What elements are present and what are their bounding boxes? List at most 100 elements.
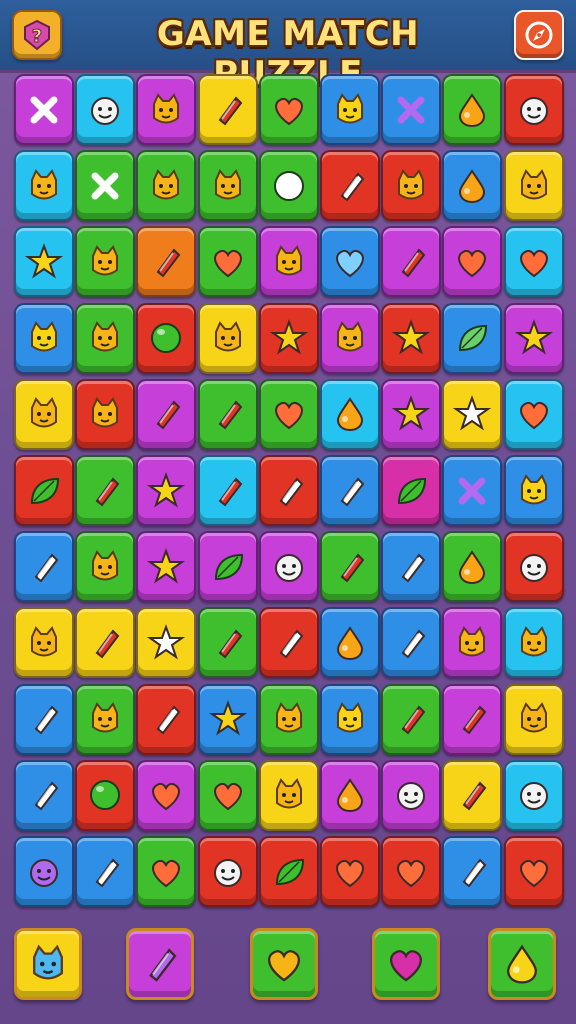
tile-gem[interactable] bbox=[197, 455, 258, 526]
tile-drop[interactable] bbox=[442, 74, 503, 145]
tile-face[interactable] bbox=[14, 836, 74, 907]
tile-gem[interactable] bbox=[381, 531, 442, 603]
tile-cat[interactable] bbox=[258, 683, 319, 755]
tile-star[interactable] bbox=[503, 302, 564, 374]
tile-cat[interactable] bbox=[503, 150, 564, 222]
tile-leaf[interactable] bbox=[442, 302, 503, 374]
tile-gem[interactable] bbox=[14, 759, 74, 831]
tile-cat[interactable] bbox=[197, 150, 258, 222]
tile-cat[interactable] bbox=[503, 683, 564, 755]
tile-drop[interactable] bbox=[442, 150, 503, 222]
tile-heart[interactable] bbox=[197, 226, 258, 298]
tile-cat[interactable] bbox=[75, 683, 136, 755]
tile-face[interactable] bbox=[381, 759, 442, 831]
tile-star[interactable] bbox=[136, 531, 197, 603]
tray-slot-1[interactable] bbox=[14, 928, 82, 1000]
tile-face[interactable] bbox=[503, 531, 564, 603]
tile-cat[interactable] bbox=[75, 378, 136, 450]
tile-star[interactable] bbox=[442, 378, 503, 450]
tile-gem[interactable] bbox=[75, 836, 136, 907]
tile-star[interactable] bbox=[197, 683, 258, 755]
tile-cat[interactable] bbox=[75, 226, 136, 298]
tile-cat[interactable] bbox=[503, 455, 564, 526]
tile-cat[interactable] bbox=[258, 759, 319, 831]
tile-cat[interactable] bbox=[14, 607, 74, 679]
tile-x[interactable] bbox=[381, 74, 442, 145]
tile-x[interactable] bbox=[75, 150, 136, 222]
tile-cat[interactable] bbox=[381, 150, 442, 222]
tile-gem[interactable] bbox=[258, 607, 319, 679]
tile-cat[interactable] bbox=[197, 302, 258, 374]
tile-drop[interactable] bbox=[320, 759, 380, 831]
tile-cat[interactable] bbox=[75, 531, 136, 603]
tile-drop[interactable] bbox=[320, 378, 380, 450]
tile-leaf[interactable] bbox=[381, 455, 442, 526]
tile-gem[interactable] bbox=[442, 683, 503, 755]
tile-heart[interactable] bbox=[136, 759, 197, 831]
tile-star[interactable] bbox=[14, 226, 74, 298]
tile-heart[interactable] bbox=[258, 74, 319, 145]
tile-heart[interactable] bbox=[503, 836, 564, 907]
tile-face[interactable] bbox=[258, 531, 319, 603]
tile-ball[interactable] bbox=[75, 759, 136, 831]
tray-slot-5[interactable] bbox=[488, 928, 556, 1000]
tile-gem[interactable] bbox=[136, 683, 197, 755]
tile-gem[interactable] bbox=[320, 455, 380, 526]
tile-cat[interactable] bbox=[320, 74, 380, 145]
tile-gem[interactable] bbox=[136, 226, 197, 298]
tile-star[interactable] bbox=[258, 302, 319, 374]
tile-gem[interactable] bbox=[442, 836, 503, 907]
tile-gem[interactable] bbox=[258, 455, 319, 526]
tile-gem[interactable] bbox=[320, 150, 380, 222]
tile-gem[interactable] bbox=[14, 531, 74, 603]
tile-gem[interactable] bbox=[197, 378, 258, 450]
tile-star[interactable] bbox=[136, 455, 197, 526]
tile-star[interactable] bbox=[381, 378, 442, 450]
tile-heart[interactable] bbox=[442, 226, 503, 298]
tile-ball[interactable] bbox=[258, 150, 319, 222]
tile-face[interactable] bbox=[503, 74, 564, 145]
tray-slot-3[interactable] bbox=[250, 928, 318, 1000]
tile-heart[interactable] bbox=[503, 378, 564, 450]
tile-cat[interactable] bbox=[136, 74, 197, 145]
tile-leaf[interactable] bbox=[197, 531, 258, 603]
tile-drop[interactable] bbox=[320, 607, 380, 679]
tray-slot-4[interactable] bbox=[372, 928, 440, 1000]
tile-face[interactable] bbox=[503, 759, 564, 831]
tile-leaf[interactable] bbox=[258, 836, 319, 907]
tile-cat[interactable] bbox=[442, 607, 503, 679]
tile-gem[interactable] bbox=[197, 607, 258, 679]
tile-gem[interactable] bbox=[197, 74, 258, 145]
tile-face[interactable] bbox=[75, 74, 136, 145]
tile-heart[interactable] bbox=[320, 226, 380, 298]
tile-ball[interactable] bbox=[136, 302, 197, 374]
tile-gem[interactable] bbox=[75, 455, 136, 526]
tile-cat[interactable] bbox=[258, 226, 319, 298]
tile-cat[interactable] bbox=[503, 607, 564, 679]
tile-star[interactable] bbox=[381, 302, 442, 374]
tile-gem[interactable] bbox=[14, 683, 74, 755]
tile-face[interactable] bbox=[197, 836, 258, 907]
tile-gem[interactable] bbox=[320, 531, 380, 603]
tile-drop[interactable] bbox=[442, 531, 503, 603]
tile-cat[interactable] bbox=[320, 683, 380, 755]
tile-cat[interactable] bbox=[320, 302, 380, 374]
tile-gem[interactable] bbox=[442, 759, 503, 831]
tile-gem[interactable] bbox=[381, 607, 442, 679]
tile-leaf[interactable] bbox=[14, 455, 74, 526]
tile-x[interactable] bbox=[442, 455, 503, 526]
tile-gem[interactable] bbox=[75, 607, 136, 679]
tile-x[interactable] bbox=[14, 74, 74, 145]
tile-heart[interactable] bbox=[381, 836, 442, 907]
tile-cat[interactable] bbox=[14, 302, 74, 374]
compass-button[interactable] bbox=[514, 10, 564, 60]
tile-gem[interactable] bbox=[381, 683, 442, 755]
tray-slot-2[interactable] bbox=[126, 928, 194, 1000]
tile-star[interactable] bbox=[136, 607, 197, 679]
tile-heart[interactable] bbox=[136, 836, 197, 907]
tile-cat[interactable] bbox=[136, 150, 197, 222]
tile-heart[interactable] bbox=[197, 759, 258, 831]
tile-gem[interactable] bbox=[381, 226, 442, 298]
tile-cat[interactable] bbox=[14, 150, 74, 222]
tile-heart[interactable] bbox=[258, 378, 319, 450]
